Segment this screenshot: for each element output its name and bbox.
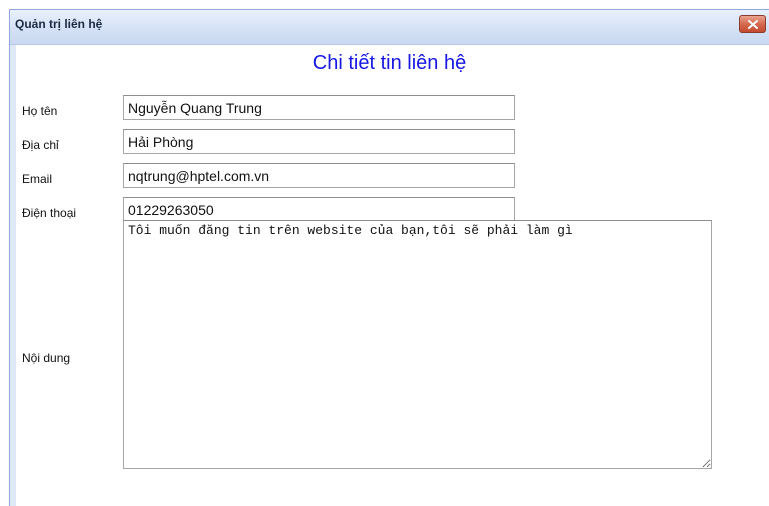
email-label: Email xyxy=(22,172,53,186)
dialog-title: Quản trị liên hệ xyxy=(15,17,103,31)
contact-admin-dialog: Quản trị liên hệ Chi tiết tin liên hệ Họ… xyxy=(9,9,769,506)
content-label: Nội dung xyxy=(22,351,71,365)
phone-field[interactable] xyxy=(123,197,515,222)
address-field[interactable] xyxy=(123,129,515,154)
address-label: Địa chỉ xyxy=(22,138,59,152)
dialog-titlebar[interactable]: Quản trị liên hệ xyxy=(10,10,769,45)
email-field[interactable] xyxy=(123,163,515,188)
close-icon xyxy=(748,20,758,29)
page-title: Chi tiết tin liên hệ xyxy=(312,52,467,74)
name-field[interactable] xyxy=(123,95,515,120)
close-button[interactable] xyxy=(739,15,766,33)
name-label: Họ tên xyxy=(22,104,58,118)
dialog-content: Chi tiết tin liên hệ Họ tên Địa chỉ Emai… xyxy=(10,45,769,506)
content-textarea[interactable]: Tôi muốn đăng tin trên website của bạn,t… xyxy=(123,220,712,469)
phone-label: Điện thoại xyxy=(22,206,77,220)
